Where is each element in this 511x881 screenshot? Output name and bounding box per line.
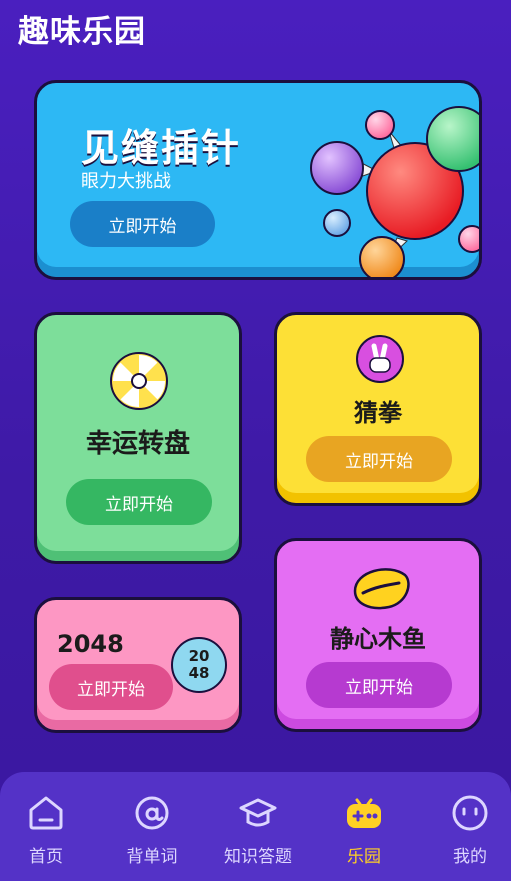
badge-line-2: 48 (188, 664, 210, 682)
game-2048-start-button[interactable]: 立即开始 (49, 664, 173, 710)
nav-item-profile[interactable]: 我的 (424, 772, 511, 881)
wheel-start-button[interactable]: 立即开始 (66, 479, 212, 525)
rps-start-button[interactable]: 立即开始 (306, 436, 452, 482)
nav-label-profile: 我的 (453, 847, 487, 867)
needle-game-title: 见缝插针 (81, 126, 242, 170)
graduation-cap-icon (239, 798, 277, 827)
rps-game-title: 猜拳 (354, 399, 402, 427)
face-icon (452, 795, 488, 831)
balloons-pins-icon (310, 106, 479, 277)
nav-item-home[interactable]: 首页 (0, 772, 92, 881)
needle-start-button[interactable]: 立即开始 (70, 201, 215, 247)
app-title: 趣味乐园 (18, 14, 146, 50)
badge-line-1: 20 (188, 647, 210, 665)
wheel-game-card[interactable]: 幸运转盘 立即开始 (34, 312, 242, 564)
fish-game-card[interactable]: 静心木鱼 立即开始 (274, 538, 482, 732)
nav-label-home: 首页 (29, 847, 63, 867)
needle-game-card[interactable]: 见缝插针 眼力大挑战 立即开始 (34, 80, 482, 280)
needle-game-subtitle: 眼力大挑战 (81, 171, 171, 192)
game-2048-card[interactable]: 2048 20 48 立即开始 (34, 597, 242, 733)
rps-game-card[interactable]: 猜拳 立即开始 (274, 312, 482, 506)
nav-item-quiz[interactable]: 知识答题 (212, 772, 304, 881)
bottom-nav: 首页 背单词 知识答题 乐园 我的 (0, 772, 511, 881)
nav-label-vocab: 背单词 (126, 847, 178, 867)
victory-hand-icon (356, 335, 404, 383)
at-icon (135, 796, 169, 830)
home-icon (29, 796, 63, 830)
nav-label-quiz: 知识答题 (224, 847, 292, 867)
wheel-game-title: 幸运转盘 (85, 429, 190, 459)
lucky-wheel-icon (110, 352, 168, 410)
fish-game-title: 静心木鱼 (330, 625, 426, 653)
game-2048-title: 2048 (57, 630, 124, 658)
wooden-fish-icon (353, 568, 410, 610)
nav-item-vocab[interactable]: 背单词 (106, 772, 198, 881)
nav-label-park: 乐园 (347, 847, 381, 867)
gamepad-icon (347, 798, 381, 828)
nav-item-park[interactable]: 乐园 (318, 772, 410, 881)
game-2048-badge: 20 48 (171, 637, 227, 693)
fish-start-button[interactable]: 立即开始 (306, 662, 452, 708)
